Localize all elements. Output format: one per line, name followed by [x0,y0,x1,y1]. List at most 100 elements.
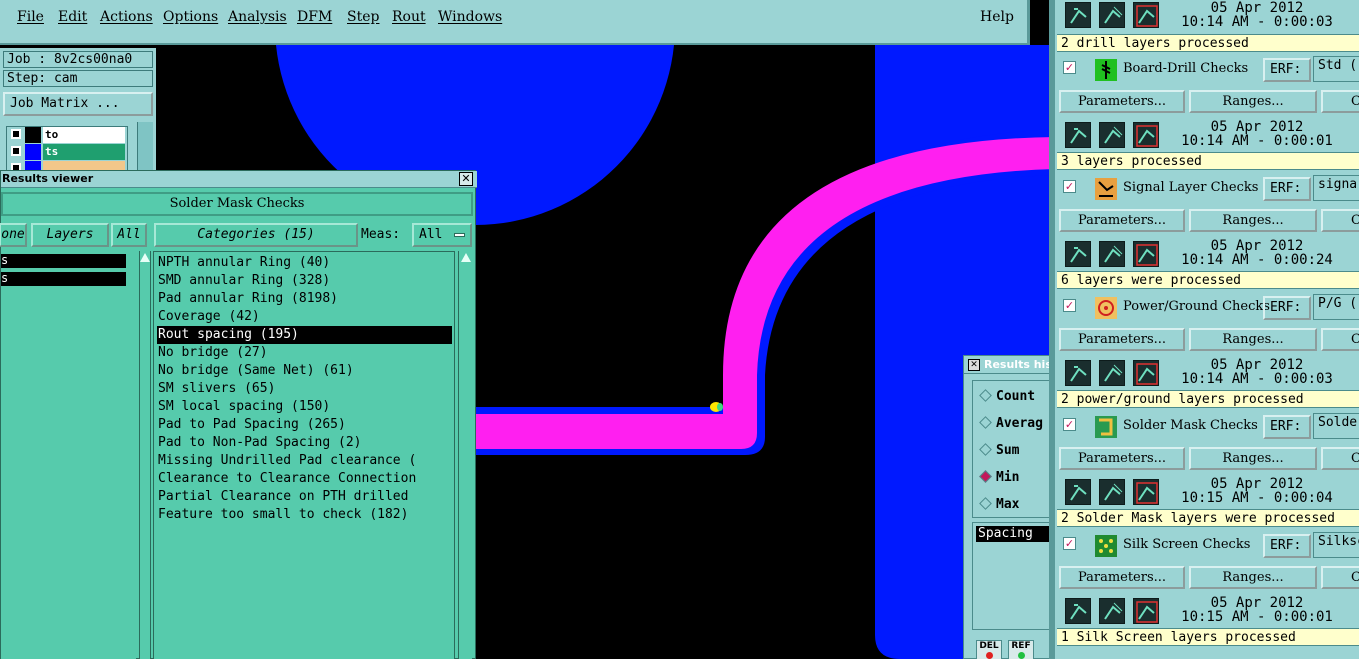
categories-list[interactable]: NPTH annular Ring (40) SMD annular Ring … [153,251,455,659]
radio-sum[interactable]: Sum [979,443,1019,458]
category-item[interactable]: SM local spacing (150) [157,398,452,416]
run-icon[interactable] [1065,479,1091,505]
ranges-button[interactable]: Ranges... [1189,209,1317,232]
stop-icon[interactable] [1133,122,1159,148]
tab-categories[interactable]: Categories (15) [154,223,358,247]
menu-dfm[interactable]: DFM [297,9,332,25]
parameters-button[interactable]: Parameters... [1059,90,1185,113]
run-area-icon[interactable] [1099,241,1125,267]
stop-icon[interactable] [1133,2,1159,28]
categories-scrollbar[interactable] [458,251,472,659]
results-viewer-titlebar[interactable]: Results viewer ✕ [1,171,477,188]
list-item[interactable]: Spacing [976,526,1051,542]
menu-edit[interactable]: Edit [58,9,87,25]
run-icon[interactable] [1065,241,1091,267]
check-enable-checkbox[interactable]: ✓ [1063,299,1076,312]
erf-button[interactable]: ERF: [1263,415,1311,439]
check-enable-checkbox[interactable]: ✓ [1063,61,1076,74]
category-item[interactable]: Clearance to Clearance Connection [157,470,452,488]
run-area-icon[interactable] [1099,360,1125,386]
erf-value[interactable]: P/G ( [1313,294,1359,320]
category-item[interactable]: Pad to Non-Pad Spacing (2) [157,434,452,452]
category-item[interactable]: Missing Undrilled Pad clearance ( [157,452,452,470]
check-enable-checkbox[interactable]: ✓ [1063,180,1076,193]
c-button[interactable]: C [1321,447,1359,470]
run-icon[interactable] [1065,122,1091,148]
category-item[interactable]: Pad to Pad Spacing (265) [157,416,452,434]
tab-none[interactable]: one [0,223,27,247]
job-matrix-button[interactable]: Job Matrix ... [3,92,153,116]
category-item-selected[interactable]: Rout spacing (195) [157,326,452,344]
measure-list[interactable]: Spacing [972,522,1054,630]
menu-windows[interactable]: Windows [438,9,502,25]
run-area-icon[interactable] [1099,122,1125,148]
layer-checkbox[interactable] [11,146,21,156]
menu-help[interactable]: Help [980,9,1014,25]
close-icon[interactable]: ✕ [459,172,473,186]
results-layers-list[interactable]: s s [1,251,136,659]
list-item[interactable]: s [1,272,126,286]
category-item[interactable]: No bridge (Same Net) (61) [157,362,452,380]
run-area-icon[interactable] [1099,598,1125,624]
stop-icon[interactable] [1133,360,1159,386]
results-histogram-titlebar[interactable]: ✕ Results his [964,356,1054,374]
run-area-icon[interactable] [1099,2,1125,28]
parameters-button[interactable]: Parameters... [1059,447,1185,470]
category-item[interactable]: Feature too small to check (182) [157,506,452,524]
stop-icon[interactable] [1133,479,1159,505]
run-area-icon[interactable] [1099,479,1125,505]
category-item[interactable]: SMD annular Ring (328) [157,272,452,290]
parameters-button[interactable]: Parameters... [1059,209,1185,232]
stop-icon[interactable] [1133,598,1159,624]
layer-row[interactable]: ts [7,144,127,160]
menu-step[interactable]: Step [347,9,379,25]
radio-count[interactable]: Count [979,389,1035,404]
ranges-button[interactable]: Ranges... [1189,566,1317,589]
category-item[interactable]: NPTH annular Ring (40) [157,254,452,272]
layer-row[interactable]: to [7,127,127,143]
erf-button[interactable]: ERF: [1263,534,1311,558]
ranges-button[interactable]: Ranges... [1189,90,1317,113]
check-enable-checkbox[interactable]: ✓ [1063,537,1076,550]
erf-button[interactable]: ERF: [1263,58,1311,82]
scroll-up-icon[interactable] [461,253,471,262]
layers-scrollbar[interactable] [139,251,151,659]
c-button[interactable]: C [1321,328,1359,351]
list-item[interactable]: s [1,254,126,268]
menu-actions[interactable]: Actions [100,9,153,25]
check-enable-checkbox[interactable]: ✓ [1063,418,1076,431]
erf-value[interactable]: signa [1313,175,1359,201]
meas-select[interactable]: All [412,223,472,247]
erf-value[interactable]: Solder [1313,413,1359,439]
stop-icon[interactable] [1133,241,1159,267]
tab-layers[interactable]: Layers [31,223,109,247]
c-button[interactable]: C [1321,566,1359,589]
tab-all[interactable]: All [111,223,147,247]
scroll-up-icon[interactable] [140,253,150,262]
erf-value[interactable]: Std ( [1313,56,1359,82]
erf-button[interactable]: ERF: [1263,177,1311,201]
menu-file[interactable]: File [17,9,44,25]
erf-button[interactable]: ERF: [1263,296,1311,320]
radio-average[interactable]: Averag [979,416,1043,431]
radio-max[interactable]: Max [979,497,1019,512]
run-icon[interactable] [1065,598,1091,624]
menu-options[interactable]: Options [163,9,218,25]
category-item[interactable]: Coverage (42) [157,308,452,326]
parameters-button[interactable]: Parameters... [1059,566,1185,589]
layer-checkbox[interactable] [11,129,21,139]
ref-button[interactable]: REF [1008,640,1034,659]
ranges-button[interactable]: Ranges... [1189,328,1317,351]
ranges-button[interactable]: Ranges... [1189,447,1317,470]
c-button[interactable]: C [1321,90,1359,113]
del-button[interactable]: DEL [976,640,1002,659]
parameters-button[interactable]: Parameters... [1059,328,1185,351]
radio-min[interactable]: Min [979,470,1019,485]
menu-rout[interactable]: Rout [392,9,426,25]
category-item[interactable]: Pad annular Ring (8198) [157,290,452,308]
category-item[interactable]: No bridge (27) [157,344,452,362]
close-icon[interactable]: ✕ [968,359,980,371]
category-item[interactable]: Partial Clearance on PTH drilled [157,488,452,506]
c-button[interactable]: C [1321,209,1359,232]
erf-value[interactable]: Silksc [1313,532,1359,558]
